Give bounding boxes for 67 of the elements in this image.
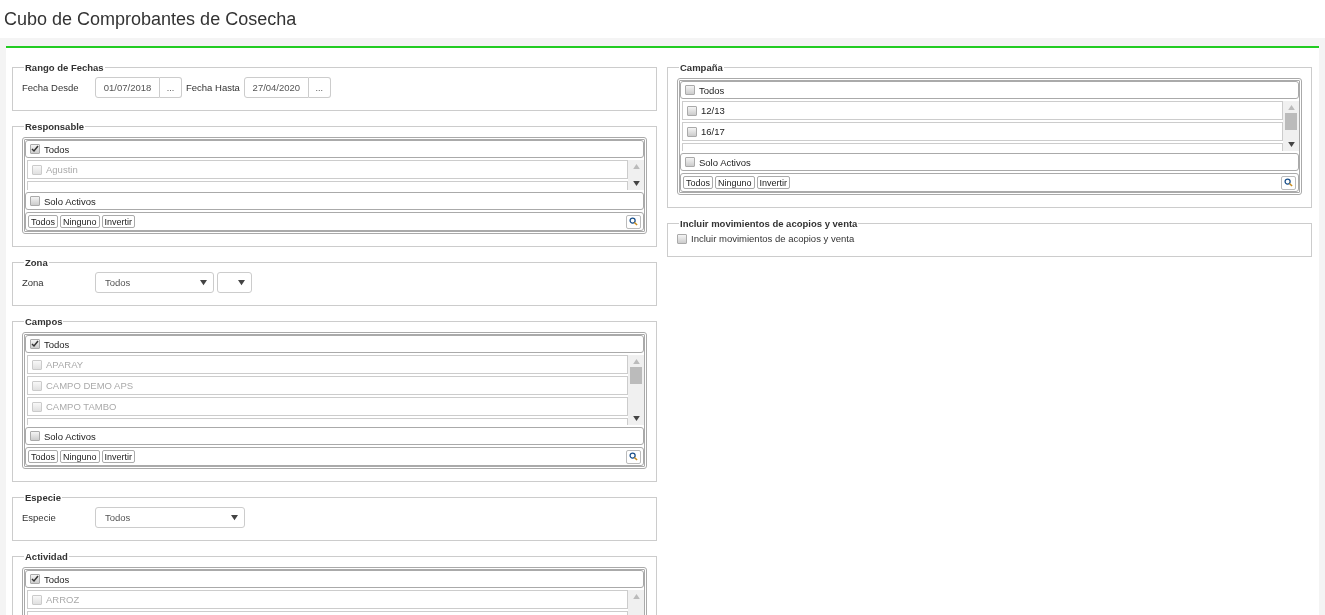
selection-button[interactable]: Invertir [756,176,791,189]
page-title: Cubo de Comprobantes de Cosecha [4,8,297,30]
caret-icon [238,279,245,286]
active-only-row[interactable]: Solo Activos [25,427,644,445]
scrollbar[interactable] [628,355,644,425]
select-all-row[interactable]: Todos [680,81,1299,99]
select-all-row[interactable]: Todos [25,335,644,353]
selection-button[interactable]: Ninguno [60,215,100,228]
dropdown[interactable]: Todos [95,507,245,528]
scrollbar[interactable] [628,160,644,190]
checkbox[interactable] [30,196,40,206]
caret-icon [231,514,238,521]
checkbox[interactable] [685,157,695,167]
section-legend: Especie [24,492,62,503]
date-field[interactable]: 27/04/2020 [243,77,309,98]
section-legend: Rango de Fechas [24,62,105,73]
date-field[interactable]: 01/07/2018 [95,77,160,98]
selection-button[interactable]: Ninguno [715,176,755,189]
selection-button[interactable]: Invertir [101,450,136,463]
field-label: Fecha Desde [22,82,80,93]
search-button[interactable] [626,449,641,464]
scroll-down-icon[interactable] [632,416,640,421]
active-only-row[interactable]: Solo Activos [680,153,1299,171]
select-all-row[interactable]: Todos [25,570,644,588]
list-item[interactable]: 16/17 [682,122,1283,141]
checkbox[interactable] [687,105,697,116]
scroll-down-icon[interactable] [1287,142,1295,147]
dropdown[interactable] [217,272,252,293]
section-legend: Actividad [24,551,69,562]
active-only-row[interactable]: Solo Activos [25,192,644,210]
scrollbar-thumb[interactable] [630,367,642,384]
field-label: Especie [22,512,57,523]
checkbox[interactable] [687,126,697,137]
select-all-row[interactable]: Todos [25,140,644,158]
checkbox[interactable] [30,144,40,154]
scrollbar-thumb[interactable] [1285,113,1297,130]
selection-button[interactable]: Ninguno [60,450,100,463]
checkbox-label: Incluir movimientos de acopios y venta [691,233,855,244]
field-label: Fecha Hasta [186,82,240,93]
checkbox[interactable] [30,339,40,349]
scroll-down-icon[interactable] [632,181,640,186]
section-legend: Zona [24,257,49,268]
selection-button[interactable]: Invertir [101,215,136,228]
search-button[interactable] [626,214,641,229]
caret-icon [200,279,207,286]
checkbox[interactable] [677,233,687,244]
selection-button[interactable]: Todos [683,176,714,189]
section-legend: Campos [24,316,64,327]
section-legend: Responsable [24,121,86,132]
list-item[interactable]: 12/13 [682,101,1283,120]
checkbox[interactable] [685,85,695,95]
dropdown[interactable]: Todos [95,272,214,293]
checkbox[interactable] [30,574,40,584]
scroll-up-icon[interactable] [632,594,640,599]
search-button[interactable] [1281,175,1296,190]
checkbox[interactable] [30,431,40,441]
scroll-up-icon[interactable] [632,359,640,364]
scrollbar[interactable] [1283,101,1299,151]
selection-button[interactable]: Todos [28,450,59,463]
selection-button[interactable]: Todos [28,215,59,228]
scroll-up-icon[interactable] [1287,105,1295,110]
section-legend: Campaña [679,62,724,73]
field-label: Zona [22,277,45,288]
section-legend: Incluir movimientos de acopios y venta [679,218,859,229]
date-picker-button[interactable]: ... [308,77,331,98]
scroll-up-icon[interactable] [632,164,640,169]
date-picker-button[interactable]: ... [160,77,182,98]
